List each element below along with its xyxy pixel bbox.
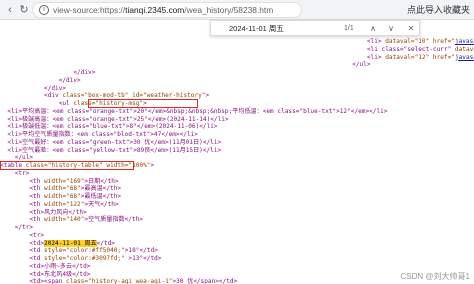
source-pre: </ul> <box>352 61 371 69</box>
source-pre: <tr> <box>29 231 45 239</box>
source-post: >最低温</th> <box>80 193 122 200</box>
source-attr: style="color:#3097fd;" <box>40 255 125 262</box>
source-pre: <li>空气最差：<em class="yellow-txt">89良</em>… <box>7 146 222 154</box>
source-indent <box>0 232 29 239</box>
source-pre: <td <box>29 247 41 255</box>
source-indent <box>0 271 29 278</box>
source-post: </td> <box>96 239 115 247</box>
source-pre: <div <box>44 92 59 100</box>
source-indent <box>0 100 59 107</box>
source-attr: class="history-aqi wea-aqi-1" <box>62 278 173 284</box>
source-pre: <li>极端高温：<em class="orange-txt">25°</em>… <box>7 115 229 123</box>
source-pre: <td <box>29 255 41 262</box>
source-indent <box>0 38 367 45</box>
source-attr: dataval="10" href=" <box>381 38 455 45</box>
source-attr: width="122" <box>40 200 85 208</box>
url-prefix: view-source:https:// <box>53 5 126 15</box>
source-pre: <li>平均空气质量指数：<em class="blod-txt">47</em… <box>7 131 198 138</box>
source-pre: </tr> <box>14 224 34 231</box>
source-pre: <li>空气最好：<em class="green-txt">30 优</em>… <box>7 138 222 146</box>
source-pre: <th <box>29 185 41 193</box>
source-post: >空气质量指数</th> <box>84 216 143 224</box>
source-post: >18°</td> <box>124 247 158 255</box>
address-bar[interactable]: i view-source:https://tianqi.2345.com/we… <box>32 2 302 18</box>
site-info-icon[interactable]: i <box>39 5 49 15</box>
source-indent <box>0 61 352 68</box>
browser-toolbar: ‹ ↻ i view-source:https://tianqi.2345.co… <box>0 0 474 20</box>
source-post: >13°</td> <box>124 255 162 262</box>
source-pre: <li>极端低温：<em class="blue-txt">8°</em>(20… <box>7 123 218 131</box>
source-pre: <td>小雨~多云</td> <box>29 262 91 270</box>
source-attr: style="color:#ff5040;" <box>40 247 125 255</box>
source-pre: <tr> <box>14 169 30 177</box>
source-post: >最高温</th> <box>80 185 122 193</box>
back-icon[interactable]: ‹ <box>3 3 17 17</box>
source-attr: width="140" <box>40 216 85 224</box>
source-pre: <td> <box>29 239 45 247</box>
source-attr: dataval="12" href=" <box>381 53 455 61</box>
source-pre: <li class="select-curr" <box>366 45 452 53</box>
source-indent <box>0 240 29 247</box>
source-indent <box>0 46 367 53</box>
source-attr: width="68" <box>40 193 81 200</box>
annotation-box-history-table <box>0 161 134 170</box>
source-indent <box>0 263 29 270</box>
url-host: tianqi.2345.com <box>125 5 185 15</box>
javascript-link[interactable]: javascript: <box>455 38 474 45</box>
source-indent <box>0 278 29 284</box>
source-attr: width="169" <box>40 177 85 185</box>
source-pre: <ul <box>58 100 70 107</box>
source-pre: <th <box>29 200 41 208</box>
url-path: /wea_history/58238.htm <box>184 5 274 15</box>
source-pre: <th>风力风向</th> <box>29 208 87 216</box>
reload-icon[interactable]: ↻ <box>17 3 31 17</box>
source-pre: <td><span <box>29 278 63 284</box>
source-pre: <th <box>29 177 41 185</box>
source-code-view: <li> dataval="10" href="javascript:">10月… <box>0 22 474 284</box>
search-highlight: 2024-11-01 周五 <box>44 239 97 247</box>
source-line: <td><span class="history-aqi wea-aqi-1">… <box>0 278 237 284</box>
url-text[interactable]: view-source:https://tianqi.2345.com/wea_… <box>53 4 273 17</box>
source-pre: <li> <box>366 53 382 61</box>
source-pre: <li> <box>366 38 382 45</box>
source-indent <box>0 92 44 99</box>
source-pre: </div> <box>73 69 96 76</box>
source-post: >天气</th> <box>84 200 119 208</box>
source-pre: <th <box>29 193 41 200</box>
source-indent <box>0 69 73 76</box>
source-indent <box>0 193 29 200</box>
source-indent <box>0 255 29 262</box>
source-indent <box>0 201 29 208</box>
source-pre: </div> <box>44 84 67 92</box>
source-pre: <th <box>29 216 41 224</box>
source-attr: dataval="11" href=" <box>454 45 474 53</box>
source-indent <box>0 170 15 177</box>
source-indent <box>0 216 29 223</box>
source-post: >日期</th> <box>84 177 119 185</box>
source-pre: <li>平均高温：<em class="orange-txt">20°</em>… <box>7 107 388 115</box>
source-indent <box>0 54 367 61</box>
source-indent <box>0 224 15 231</box>
import-favorites-link[interactable]: 点此导入收藏夹 <box>407 3 470 17</box>
source-line: <li>空气最差：<em class="yellow-txt">89良</em>… <box>0 147 221 155</box>
source-post: >30 优</span></td> <box>172 278 238 284</box>
source-pre: <td>东北风4级</td> <box>29 270 91 278</box>
source-indent <box>0 209 29 216</box>
source-indent <box>0 247 29 254</box>
javascript-link[interactable]: javascript: <box>455 54 474 61</box>
source-post: > <box>150 162 155 169</box>
source-indent <box>0 85 44 92</box>
source-indent <box>0 178 29 185</box>
source-indent <box>0 77 59 84</box>
watermark: CSDN @刘大帅哥1 <box>400 272 470 281</box>
source-post: > <box>205 92 210 100</box>
annotation-box-history-msg <box>88 99 198 108</box>
source-indent <box>0 185 29 192</box>
source-attr: width="68" <box>40 185 81 193</box>
source-pre: </div> <box>58 76 81 84</box>
